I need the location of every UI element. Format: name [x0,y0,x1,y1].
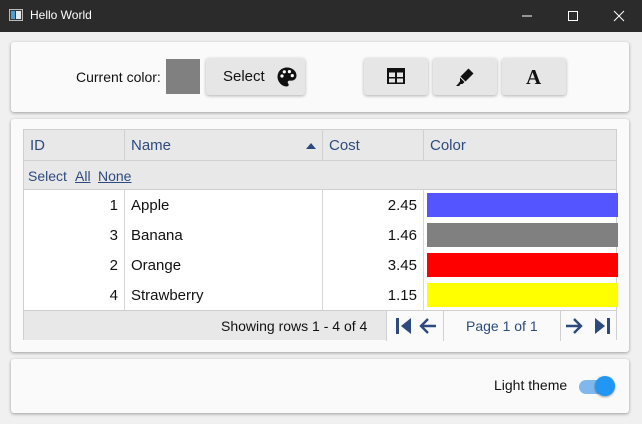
color-bar [427,253,618,277]
current-color-swatch [166,59,200,94]
arrow-left-icon [419,318,436,334]
cell-id: 4 [24,280,125,310]
settings-panel: Light theme [11,359,629,413]
cell-color [424,220,618,250]
grid-header: ID Name Cost Color [24,130,616,161]
column-header-color[interactable]: Color [424,130,616,161]
minimize-icon [522,15,532,17]
pagination: Page 1 of 1 [386,311,616,341]
title-bar: Hello World [0,0,642,32]
select-color-button[interactable]: Select [206,58,305,95]
data-grid: ID Name Cost Color Select All None 1 App… [23,129,618,341]
cell-name: Banana [125,220,323,250]
cell-name: Apple [125,190,323,220]
cell-color [424,280,618,310]
cell-color [424,190,618,220]
table-row[interactable]: 1 Apple 2.45 [24,190,618,220]
arrow-right-icon [566,318,583,334]
last-page-icon [595,318,610,334]
toggle-knob [595,376,615,396]
toolbar-panel: Current color: Select A [11,42,629,112]
maximize-icon [568,11,578,21]
cell-cost: 1.46 [323,220,424,250]
last-page-button[interactable] [591,316,613,336]
cell-name: Orange [125,250,323,280]
selection-row: Select All None [24,161,616,190]
color-bar [427,283,618,307]
table-row[interactable]: 2 Orange 3.45 [24,250,618,280]
theme-label: Light theme [494,377,568,393]
cell-cost: 2.45 [323,190,424,220]
grid-footer: Showing rows 1 - 4 of 4 Page 1 of 1 [24,310,616,341]
cell-id: 3 [24,220,125,250]
highlight-button[interactable] [433,58,497,95]
first-page-icon [396,318,411,334]
rows-info: Showing rows 1 - 4 of 4 [221,318,368,334]
cell-name: Strawberry [125,280,323,310]
cell-cost: 1.15 [323,280,424,310]
marker-icon [456,68,474,86]
select-button-label: Select [223,68,265,85]
color-bar [427,193,618,217]
light-theme-toggle[interactable] [577,375,617,397]
close-button[interactable] [596,0,642,32]
page-label: Page 1 of 1 [466,318,538,334]
table-button[interactable] [364,58,428,95]
table-row[interactable]: 4 Strawberry 1.15 [24,280,618,310]
close-icon [613,10,625,22]
column-header-id[interactable]: ID [24,130,125,161]
previous-page-button[interactable] [417,316,439,336]
select-none-link[interactable]: None [98,168,131,184]
select-all-link[interactable]: All [75,168,91,184]
column-header-name-label: Name [131,137,172,154]
cell-color [424,250,618,280]
maximize-button[interactable] [550,0,596,32]
cell-id: 2 [24,250,125,280]
table-row[interactable]: 3 Banana 1.46 [24,220,618,250]
table-icon [387,68,405,84]
grid-panel: ID Name Cost Color Select All None 1 App… [11,119,629,352]
font-icon: A [526,65,542,89]
column-header-name[interactable]: Name [125,130,323,161]
select-label: Select [28,168,67,184]
palette-icon [277,67,297,87]
font-button[interactable]: A [502,58,566,95]
column-header-cost[interactable]: Cost [323,130,424,161]
window-title: Hello World [30,8,92,22]
current-color-label: Current color: [76,69,161,85]
page-indicator: Page 1 of 1 [443,311,561,341]
sort-ascending-icon [306,143,316,149]
cell-id: 1 [24,190,125,220]
next-page-button[interactable] [563,316,585,336]
first-page-button[interactable] [393,316,415,336]
cell-cost: 3.45 [323,250,424,280]
color-bar [427,223,618,247]
minimize-button[interactable] [504,0,550,32]
app-icon [9,9,23,21]
